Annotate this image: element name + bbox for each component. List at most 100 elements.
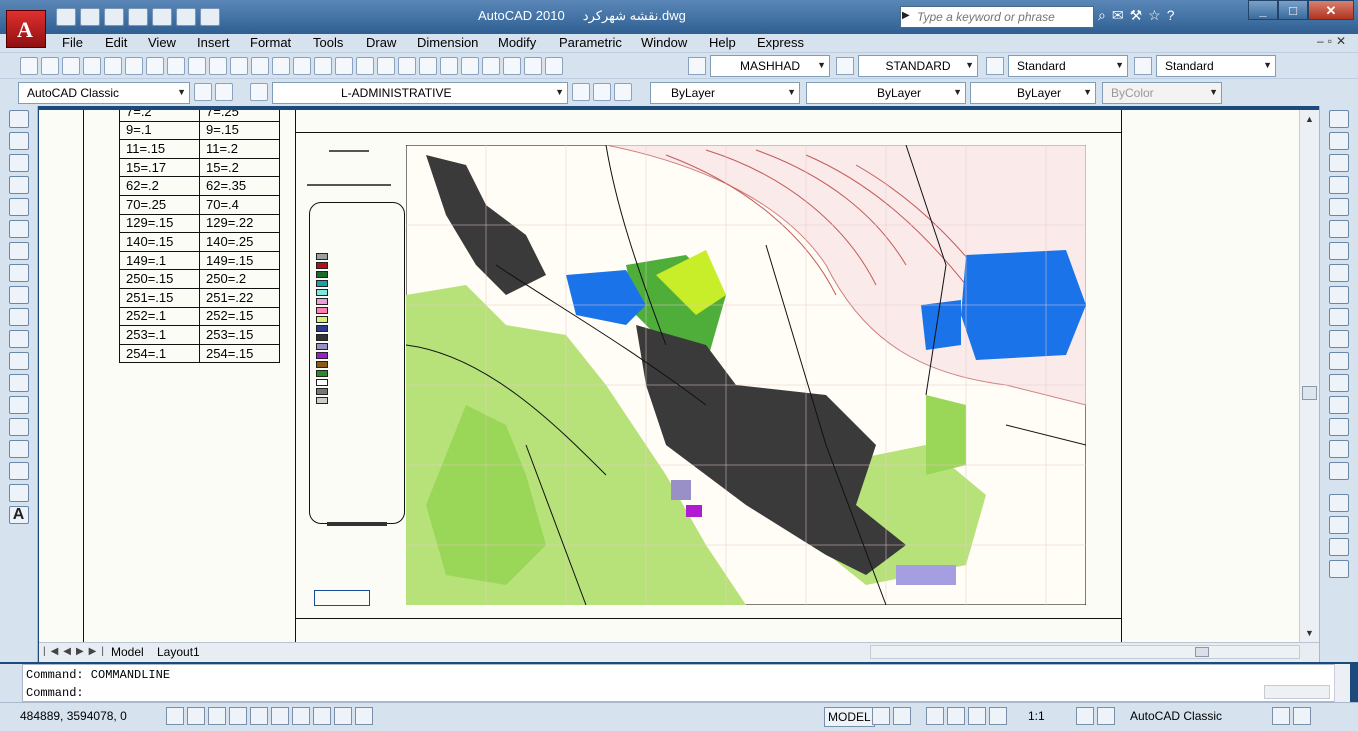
menu-edit[interactable]: Edit bbox=[105, 35, 127, 50]
layer-properties-icon[interactable] bbox=[250, 83, 268, 101]
help-icon[interactable]: ? bbox=[1167, 7, 1175, 24]
help-icon[interactable] bbox=[545, 57, 563, 75]
block-editor-icon[interactable] bbox=[272, 57, 290, 75]
scale-icon[interactable] bbox=[1329, 264, 1349, 282]
menu-draw[interactable]: Draw bbox=[366, 35, 396, 50]
communication-center-icon[interactable]: ✉ bbox=[1112, 7, 1124, 24]
multileader-style-combo[interactable]: Standard bbox=[1156, 55, 1276, 77]
redo-icon[interactable] bbox=[152, 8, 172, 26]
coordinates-readout[interactable]: 484889, 3594078, 0 bbox=[20, 709, 127, 723]
command-scrollbar[interactable] bbox=[1334, 664, 1350, 702]
subscription-icon[interactable]: ⚒ bbox=[1130, 7, 1143, 24]
etransmit-icon[interactable] bbox=[167, 57, 185, 75]
dim-style-combo[interactable]: STANDARD bbox=[858, 55, 978, 77]
tool-palettes-icon[interactable] bbox=[461, 57, 479, 75]
menu-help[interactable]: Help bbox=[709, 35, 736, 50]
qnew-icon[interactable] bbox=[20, 57, 38, 75]
toolbar-lock-icon[interactable] bbox=[1272, 707, 1290, 725]
zoom-status-icon[interactable] bbox=[947, 707, 965, 725]
document-window-controls[interactable]: –▫✕ bbox=[1317, 34, 1350, 48]
zoom-realtime-icon[interactable] bbox=[356, 57, 374, 75]
copy-object-icon[interactable] bbox=[1329, 132, 1349, 150]
polar-tracking-icon[interactable] bbox=[229, 707, 247, 725]
trim-icon[interactable] bbox=[1329, 308, 1349, 326]
construction-line-icon[interactable] bbox=[8, 132, 29, 150]
polygon-icon[interactable] bbox=[8, 176, 29, 194]
model-space-button[interactable]: MODEL bbox=[824, 707, 875, 727]
explode-icon[interactable] bbox=[1329, 462, 1349, 480]
point-icon[interactable] bbox=[8, 396, 29, 414]
tab-navigation-arrows[interactable]: |◀◀▶▶| bbox=[43, 646, 109, 657]
line-icon[interactable] bbox=[8, 110, 29, 128]
object-snap-tracking-icon[interactable] bbox=[271, 707, 289, 725]
workspace-settings-icon[interactable] bbox=[194, 83, 212, 101]
revision-cloud-icon[interactable] bbox=[8, 264, 29, 282]
horizontal-scroll-thumb[interactable] bbox=[1195, 647, 1209, 657]
chamfer-icon[interactable] bbox=[1329, 418, 1349, 436]
markup-icon[interactable] bbox=[503, 57, 521, 75]
arc-icon[interactable] bbox=[8, 220, 29, 238]
menu-express[interactable]: Express bbox=[757, 35, 804, 50]
text-style-icon[interactable] bbox=[688, 57, 706, 75]
region-icon[interactable] bbox=[8, 462, 29, 480]
paste-icon[interactable] bbox=[230, 57, 248, 75]
menu-format[interactable]: Format bbox=[250, 35, 291, 50]
grid-display-icon[interactable] bbox=[187, 707, 205, 725]
binoculars-icon[interactable]: ⌕ bbox=[1098, 7, 1106, 24]
scroll-down-arrow[interactable]: ▼ bbox=[1305, 628, 1314, 638]
drawing-area[interactable]: 7=.2 7=.25 9=.1 9=.15 11=.15 11=.2 15=.17 15=.2… bbox=[39, 110, 1299, 642]
object-snap-icon[interactable] bbox=[250, 707, 268, 725]
mirror-icon[interactable] bbox=[1329, 154, 1349, 172]
customize-chevron-icon[interactable] bbox=[200, 8, 220, 26]
bring-to-front-icon[interactable] bbox=[1329, 516, 1349, 534]
text-style-combo[interactable]: MASHHAD bbox=[710, 55, 830, 77]
dim-style-icon[interactable] bbox=[836, 57, 854, 75]
annotation-visibility-icon[interactable] bbox=[1076, 707, 1094, 725]
table-icon[interactable] bbox=[8, 484, 29, 502]
menu-view[interactable]: View bbox=[148, 35, 176, 50]
auto-scale-icon[interactable] bbox=[1097, 707, 1115, 725]
sheet-set-icon[interactable] bbox=[482, 57, 500, 75]
undo-icon[interactable] bbox=[128, 8, 148, 26]
publish-icon[interactable] bbox=[125, 57, 143, 75]
menu-window[interactable]: Window bbox=[641, 35, 687, 50]
send-to-back-icon[interactable] bbox=[1329, 538, 1349, 556]
quick-view-drawings-icon[interactable] bbox=[893, 707, 911, 725]
stretch-icon[interactable] bbox=[1329, 286, 1349, 304]
vertical-scrollbar[interactable]: ▲ ▼ bbox=[1299, 110, 1319, 642]
command-prompt[interactable]: Command: bbox=[26, 686, 84, 700]
3d-dwf-icon[interactable] bbox=[146, 57, 164, 75]
spline-icon[interactable] bbox=[8, 286, 29, 304]
ellipse-arc-icon[interactable] bbox=[8, 330, 29, 348]
dynamic-input-icon[interactable] bbox=[313, 707, 331, 725]
snap-mode-icon[interactable] bbox=[166, 707, 184, 725]
layer-states-icon[interactable] bbox=[614, 83, 632, 101]
rectangle-icon[interactable] bbox=[8, 198, 29, 216]
lineweight-combo[interactable]: ByLayer bbox=[970, 82, 1096, 104]
menu-dimension[interactable]: Dimension bbox=[417, 35, 478, 50]
linetype-combo[interactable]: ByLayer bbox=[806, 82, 966, 104]
rotate-icon[interactable] bbox=[1329, 242, 1349, 260]
zoom-window-icon[interactable] bbox=[377, 57, 395, 75]
command-window-handle[interactable] bbox=[0, 664, 22, 702]
pan-icon[interactable] bbox=[335, 57, 353, 75]
maximize-button[interactable]: □ bbox=[1278, 0, 1308, 20]
offset-icon[interactable] bbox=[1329, 176, 1349, 194]
layer-combo[interactable]: L-ADMINISTRATIVE bbox=[272, 82, 568, 104]
plot-preview-icon[interactable] bbox=[104, 57, 122, 75]
open-icon[interactable] bbox=[41, 57, 59, 75]
save-icon[interactable] bbox=[104, 8, 124, 26]
copy-icon[interactable] bbox=[209, 57, 227, 75]
plot-icon[interactable] bbox=[83, 57, 101, 75]
horizontal-scrollbar[interactable] bbox=[870, 645, 1300, 659]
menu-modify[interactable]: Modify bbox=[498, 35, 536, 50]
workspace-switching[interactable]: AutoCAD Classic bbox=[1130, 709, 1222, 723]
zoom-previous-icon[interactable] bbox=[398, 57, 416, 75]
dynamic-ucs-icon[interactable] bbox=[292, 707, 310, 725]
command-window[interactable]: Command: COMMANDLINE Command: bbox=[22, 664, 1350, 702]
quick-properties-icon[interactable] bbox=[355, 707, 373, 725]
fillet-icon[interactable] bbox=[1329, 440, 1349, 458]
tab-model[interactable]: Model bbox=[111, 645, 144, 659]
erase-icon[interactable] bbox=[1329, 110, 1349, 128]
draworder-icon[interactable] bbox=[1329, 494, 1349, 512]
